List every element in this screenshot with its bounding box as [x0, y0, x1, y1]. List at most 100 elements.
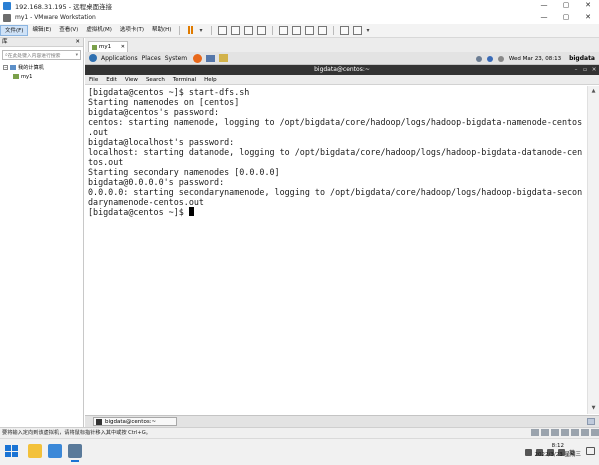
terminal-line: .out: [88, 127, 109, 137]
hard-disk-icon[interactable]: [531, 429, 539, 436]
taskbar-terminal-label: bigdata@centos:~: [105, 418, 157, 425]
chevron-up-icon[interactable]: [524, 449, 532, 456]
menu-tabs[interactable]: 选项卡(T): [116, 25, 148, 36]
terminal-prompt: [bigdata@centos ~]$: [88, 207, 189, 217]
snapshot-icon[interactable]: [231, 26, 241, 35]
message-icon[interactable]: [591, 429, 599, 436]
menu-file[interactable]: 文件(F): [0, 25, 29, 36]
snapshot-manager-icon[interactable]: [257, 26, 267, 35]
notification-icon[interactable]: [586, 447, 595, 455]
terminal-menu-bar: File Edit View Search Terminal Help: [85, 75, 599, 85]
terminal-menu-search[interactable]: Search: [142, 77, 169, 83]
close-icon[interactable]: ✕: [75, 38, 80, 47]
cd-dvd-icon[interactable]: [541, 429, 549, 436]
snapshot-restore-icon[interactable]: [244, 26, 254, 35]
library-search-input[interactable]: ⌕ 在此处键入内容进行搜索 ▾: [2, 50, 81, 60]
send-ctrl-alt-del-icon[interactable]: [218, 26, 228, 35]
toolbar-separator: [272, 26, 274, 35]
pause-icon[interactable]: [186, 26, 195, 35]
terminal-cursor: [188, 207, 194, 216]
chevron-down-icon[interactable]: ▾: [366, 26, 372, 35]
windows-start-icon[interactable]: [4, 444, 18, 458]
volume-icon[interactable]: [497, 55, 504, 62]
terminal-line: bigdata@localhost's password:: [88, 137, 235, 147]
terminal-close-button[interactable]: ✕: [591, 65, 597, 75]
console-view-icon[interactable]: [340, 26, 350, 35]
vmware-maximize-button[interactable]: ▢: [555, 11, 577, 24]
status-hint: 要将输入定向到该虚拟机，请将鼠标指针移入其中或按 Ctrl+G。: [2, 430, 151, 436]
rdp-maximize-button[interactable]: ▢: [555, 0, 577, 11]
terminal-menu-file[interactable]: File: [85, 77, 102, 83]
full-screen-icon[interactable]: [305, 26, 315, 35]
terminal-menu-view[interactable]: View: [121, 77, 142, 83]
gnome-user-name[interactable]: bigdata: [569, 55, 595, 62]
terminal-window: bigdata@centos:~ – ▫ ✕ File Edit View Se…: [85, 65, 599, 415]
terminal-line: centos: starting namenode, logging to /o…: [88, 117, 583, 127]
network-icon[interactable]: [475, 55, 482, 62]
menu-help[interactable]: 帮助(H): [148, 25, 175, 36]
stretch-guest-icon[interactable]: [353, 26, 363, 35]
chevron-down-icon[interactable]: ▾: [76, 53, 80, 58]
menu-edit[interactable]: 编辑(E): [28, 25, 55, 36]
terminal-menu-edit[interactable]: Edit: [102, 77, 121, 83]
terminal-title-bar: bigdata@centos:~ – ▫ ✕: [85, 65, 599, 75]
tree-item-my-computer[interactable]: − 我的计算机: [3, 63, 83, 72]
menu-vm[interactable]: 虚拟机(M): [82, 25, 116, 36]
taskbar-clock[interactable]: 8:12 2022/3/23 星期三: [535, 442, 581, 460]
vmware-status-bar: 要将输入定向到该虚拟机，请将鼠标指针移入其中或按 Ctrl+G。: [0, 427, 599, 438]
tab-my1[interactable]: my1 ✕: [88, 41, 128, 52]
display-icon[interactable]: [581, 429, 589, 436]
unity-icon[interactable]: [318, 26, 328, 35]
gnome-menu-places[interactable]: Places: [142, 55, 161, 62]
terminal-maximize-button[interactable]: ▫: [582, 65, 588, 75]
vm-console[interactable]: Applications Places System Wed Mar 23, 0…: [85, 52, 599, 427]
firefox-icon[interactable]: [193, 53, 203, 63]
gnome-menu-applications[interactable]: Applications: [101, 55, 138, 62]
vm-icon: [13, 74, 19, 79]
mail-icon[interactable]: [206, 54, 216, 62]
terminal-menu-terminal[interactable]: Terminal: [169, 77, 200, 83]
network-adapter-icon[interactable]: [551, 429, 559, 436]
terminal-line: 0.0.0.0: starting secondarynamenode, log…: [88, 187, 583, 197]
scroll-down-icon[interactable]: ▼: [590, 405, 597, 412]
vm-tab-strip: my1 ✕: [85, 38, 599, 52]
terminal-scrollbar[interactable]: ▲ ▼: [587, 86, 599, 414]
remote-desktop-icon[interactable]: [48, 444, 62, 458]
terminal-output[interactable]: [bigdata@centos ~]$ start-dfs.sh Startin…: [86, 86, 586, 414]
rdp-close-button[interactable]: ✕: [577, 0, 599, 11]
collapse-icon[interactable]: −: [3, 65, 8, 70]
usb-icon[interactable]: [561, 429, 569, 436]
vmware-taskbar-icon[interactable]: [68, 444, 82, 462]
vmware-window-title: my1 - VMware Workstation: [15, 14, 96, 21]
file-explorer-icon[interactable]: [28, 444, 42, 458]
vmware-minimize-button[interactable]: —: [533, 11, 555, 24]
sound-card-icon[interactable]: [571, 429, 579, 436]
terminal-line: [bigdata@centos ~]$ start-dfs.sh: [88, 87, 250, 97]
terminal-line: localhost: starting datanode, logging to…: [88, 147, 583, 157]
taskbar-terminal-button[interactable]: bigdata@centos:~: [93, 417, 177, 426]
thumbnail-bar-icon[interactable]: [292, 26, 302, 35]
vmware-close-button[interactable]: ✕: [577, 11, 599, 24]
tree-item-my1[interactable]: my1: [13, 72, 83, 81]
workspace-switcher[interactable]: [587, 418, 595, 425]
library-title: 库: [2, 39, 8, 45]
show-library-icon[interactable]: [279, 26, 289, 35]
terminal-line: Starting namenodes on [centos]: [88, 97, 240, 107]
vmware-app-icon: [3, 13, 11, 22]
gnome-clock[interactable]: Wed Mar 23, 08:13: [509, 56, 561, 62]
terminal-prompt-line[interactable]: [bigdata@centos ~]$: [88, 207, 584, 217]
text-editor-icon[interactable]: [219, 54, 229, 62]
bluetooth-icon[interactable]: [486, 55, 493, 62]
chevron-down-icon[interactable]: ▾: [199, 26, 205, 35]
menu-view[interactable]: 查看(V): [55, 25, 82, 36]
library-header: 库 ✕: [0, 38, 83, 47]
library-panel: 库 ✕ ⌕ 在此处键入内容进行搜索 ▾ − 我的计算机 my1: [0, 38, 84, 427]
gnome-menu-system[interactable]: System: [165, 55, 187, 62]
close-icon[interactable]: ✕: [121, 42, 127, 52]
library-search-placeholder: 在此处键入内容进行搜索: [7, 53, 61, 59]
terminal-menu-help[interactable]: Help: [200, 77, 221, 83]
scroll-up-icon[interactable]: ▲: [590, 88, 597, 95]
toolbar-separator: [179, 26, 181, 35]
rdp-minimize-button[interactable]: —: [533, 0, 555, 11]
terminal-minimize-button[interactable]: –: [573, 65, 579, 75]
